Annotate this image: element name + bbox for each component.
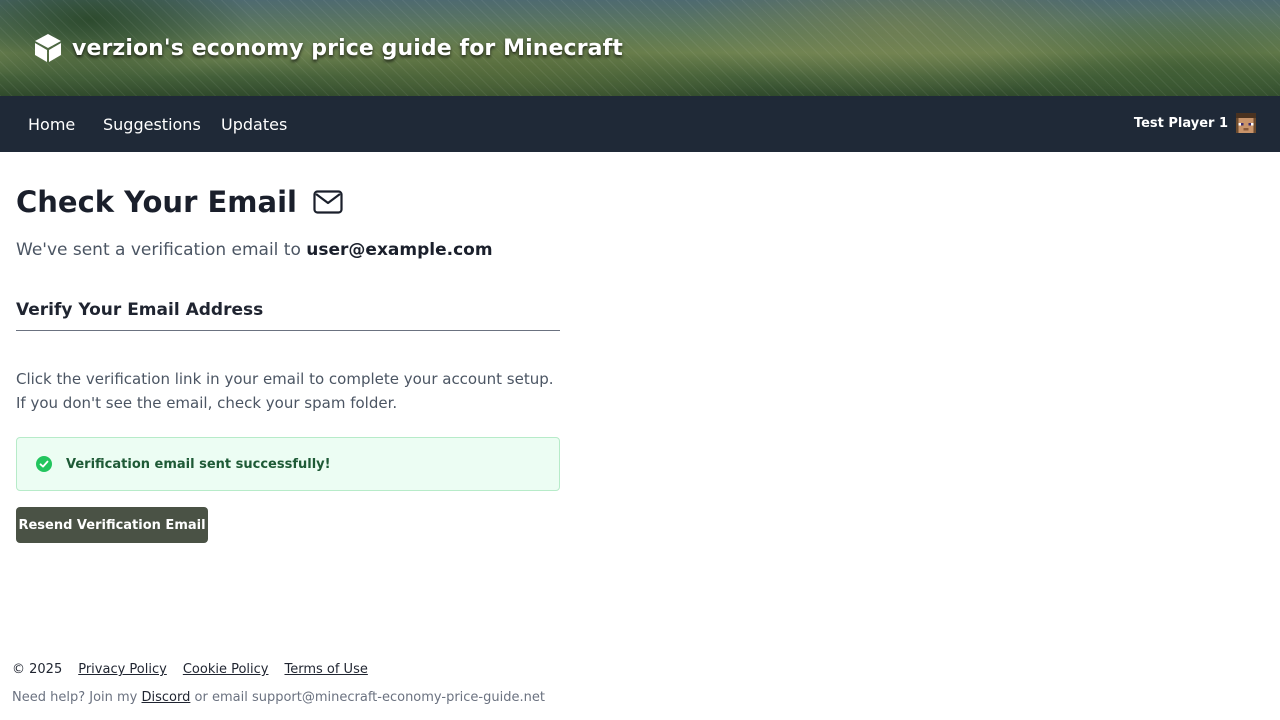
page-title: Check Your Email (16, 185, 297, 219)
nav-link-suggestions[interactable]: Suggestions (103, 115, 201, 134)
player-head-icon (1236, 112, 1256, 134)
discord-link[interactable]: Discord (142, 690, 191, 705)
help-prefix: Need help? Join my (12, 690, 138, 705)
instructions-text: Click the verification link in your emai… (16, 370, 554, 412)
privacy-policy-link[interactable]: Privacy Policy (78, 662, 167, 677)
verification-sent-text: We've sent a verification email to user@… (16, 240, 493, 260)
help-suffix: or email support@minecraft-economy-price… (194, 690, 545, 705)
recipient-email: user@example.com (306, 240, 493, 260)
site-brand[interactable]: verzion's economy price guide for Minecr… (34, 33, 623, 63)
cookie-policy-link[interactable]: Cookie Policy (183, 662, 269, 677)
footer-links: © 2025 Privacy Policy Cookie Policy Term… (12, 662, 368, 677)
mail-icon (297, 190, 343, 214)
resend-verification-button[interactable]: Resend Verification Email (16, 507, 208, 543)
user-menu[interactable]: Test Player 1 (1134, 112, 1256, 134)
alert-message: Verification email sent successfully! (66, 456, 331, 472)
success-alert: Verification email sent successfully! (16, 437, 560, 491)
nav-link-updates[interactable]: Updates (221, 115, 287, 134)
cube-icon (34, 33, 62, 63)
copyright: © 2025 (12, 662, 63, 677)
sent-prefix: We've sent a verification email to (16, 240, 301, 260)
page-header: Check Your Email (16, 185, 343, 219)
terms-of-use-link[interactable]: Terms of Use (284, 662, 367, 677)
check-circle-icon (36, 456, 52, 472)
section-title: Verify Your Email Address (16, 300, 560, 331)
site-title: verzion's economy price guide for Minecr… (72, 35, 623, 61)
nav-link-home[interactable]: Home (28, 115, 75, 134)
user-name: Test Player 1 (1133, 115, 1228, 131)
header-banner: verzion's economy price guide for Minecr… (0, 0, 1280, 96)
footer-help: Need help? Join my Discord or email supp… (12, 690, 545, 705)
